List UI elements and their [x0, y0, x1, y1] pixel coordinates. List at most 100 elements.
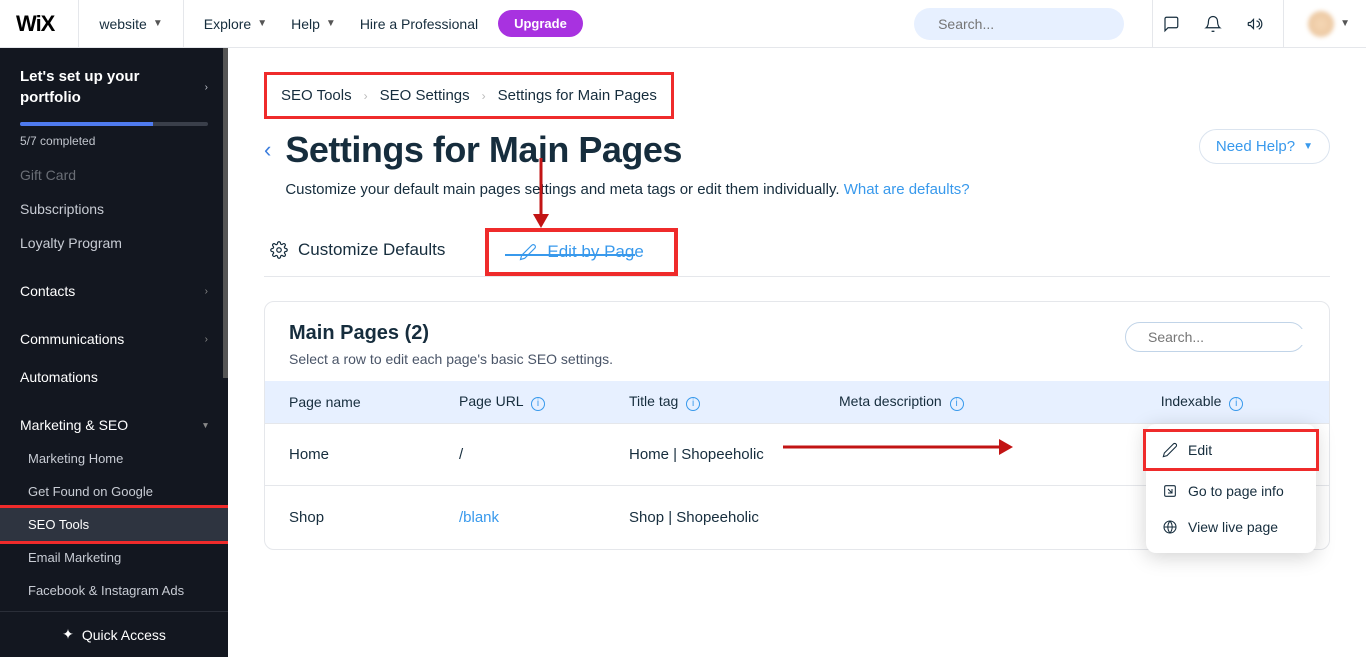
divider: [183, 0, 184, 48]
sidebar-item-seo-tools[interactable]: SEO Tools: [0, 508, 228, 541]
col-title-tag: Title tag i: [605, 381, 815, 423]
link-label: Help: [291, 16, 320, 32]
setup-title: Let's set up your portfolio: [20, 66, 139, 108]
help-link[interactable]: Help ▼: [279, 8, 348, 40]
card-title: Main Pages (2): [289, 322, 613, 345]
chevron-right-icon: ›: [205, 334, 208, 345]
avatar: [1308, 11, 1334, 37]
site-selector-label: website: [99, 16, 146, 32]
sidebar-item-giftcard[interactable]: Gift Card: [0, 158, 228, 192]
hire-link[interactable]: Hire a Professional: [348, 8, 490, 40]
row-context-menu: Edit Go to page info View live page: [1146, 424, 1316, 553]
tab-edit-by-page[interactable]: Edit by Page: [519, 242, 643, 262]
sidebar-section-communications[interactable]: Communications ›: [0, 322, 228, 356]
sidebar-item-fbig-ads[interactable]: Facebook & Instagram Ads: [0, 574, 228, 607]
chevron-down-icon: ▼: [1340, 18, 1350, 29]
setup-card[interactable]: Let's set up your portfolio ›: [0, 48, 228, 122]
ctx-view-live[interactable]: View live page: [1146, 509, 1316, 545]
top-icons: [1161, 14, 1265, 34]
crumb-seo-settings[interactable]: SEO Settings: [380, 87, 470, 104]
sidebar-section-contacts[interactable]: Contacts ›: [0, 274, 228, 308]
external-icon: [1162, 483, 1178, 499]
crumb-current: Settings for Main Pages: [498, 87, 657, 104]
bell-icon[interactable]: [1203, 14, 1223, 34]
megaphone-icon[interactable]: [1245, 14, 1265, 34]
chevron-right-icon: ›: [205, 286, 208, 297]
back-button[interactable]: ‹: [264, 129, 271, 163]
sidebar-section-automations[interactable]: Automations: [0, 360, 228, 394]
globe-icon: [1162, 519, 1178, 535]
chevron-down-icon: ▼: [1303, 141, 1313, 152]
page-url-link[interactable]: /blank: [459, 509, 499, 526]
sidebar-item-email-marketing[interactable]: Email Marketing: [0, 541, 228, 574]
col-indexable: Indexable i: [1075, 381, 1329, 423]
sidebar-section-marketing[interactable]: Marketing & SEO ▴: [0, 408, 228, 442]
cell-title-tag: Shop | Shopeeholic: [605, 485, 815, 549]
progress-wrap: 5/7 completed: [0, 122, 228, 158]
col-page-url: Page URL i: [435, 381, 605, 423]
annotation-highlight: Edit: [1143, 429, 1319, 471]
need-help-button[interactable]: Need Help? ▼: [1199, 129, 1330, 164]
progress-label: 5/7 completed: [20, 134, 208, 148]
cell-meta: [815, 485, 1075, 549]
ctx-page-info[interactable]: Go to page info: [1146, 473, 1316, 509]
cell-page-url: /: [435, 423, 605, 485]
page-title: Settings for Main Pages: [285, 129, 969, 171]
sidebar-item-marketing-home[interactable]: Marketing Home: [0, 442, 228, 475]
explore-link[interactable]: Explore ▼: [192, 8, 279, 40]
quick-access-button[interactable]: ✦ Quick Access: [0, 611, 228, 657]
chevron-down-icon: ▼: [326, 18, 336, 29]
cell-page-name: Home: [265, 423, 435, 485]
sidebar-item-get-found[interactable]: Get Found on Google: [0, 475, 228, 508]
site-selector[interactable]: website ▼: [87, 8, 174, 40]
card-search-input[interactable]: [1148, 329, 1329, 345]
page-subtitle: Customize your default main pages settin…: [285, 181, 969, 198]
divider: [1283, 0, 1284, 48]
top-search-input[interactable]: [938, 16, 1119, 32]
upgrade-button[interactable]: Upgrade: [498, 10, 583, 37]
cell-page-url: /blank: [435, 485, 605, 549]
pencil-icon: [519, 243, 537, 261]
gear-icon: [270, 241, 288, 259]
pencil-icon: [1162, 442, 1178, 458]
info-icon[interactable]: i: [1229, 397, 1243, 411]
crumb-seo-tools[interactable]: SEO Tools: [281, 87, 352, 104]
tabs: Customize Defaults Edit by Page: [264, 226, 1330, 277]
chevron-right-icon: ›: [205, 82, 208, 93]
defaults-link[interactable]: What are defaults?: [844, 181, 970, 198]
chevron-down-icon: ▼: [257, 18, 267, 29]
cell-meta: [815, 423, 1075, 485]
chevron-right-icon: ›: [364, 89, 368, 103]
tab-customize-defaults[interactable]: Customize Defaults: [264, 226, 451, 276]
profile-menu[interactable]: ▼: [1292, 11, 1350, 37]
annotation-highlight: Edit by Page: [485, 228, 677, 276]
main-content: SEO Tools › SEO Settings › Settings for …: [228, 48, 1366, 657]
chevron-up-icon: ▴: [203, 420, 208, 431]
col-page-name: Page name: [265, 381, 435, 423]
tab-underline: [505, 254, 635, 256]
chevron-right-icon: ›: [482, 89, 486, 103]
top-search[interactable]: [914, 8, 1124, 40]
info-icon[interactable]: i: [531, 397, 545, 411]
sidebar-item-subscriptions[interactable]: Subscriptions: [0, 192, 228, 226]
sidebar-item-loyalty[interactable]: Loyalty Program: [0, 226, 228, 260]
breadcrumb: SEO Tools › SEO Settings › Settings for …: [264, 72, 674, 119]
card-subtitle: Select a row to edit each page's basic S…: [289, 351, 613, 367]
divider: [78, 0, 79, 48]
info-icon[interactable]: i: [950, 397, 964, 411]
link-label: Explore: [204, 16, 251, 32]
sidebar: Let's set up your portfolio › 5/7 comple…: [0, 48, 228, 657]
col-meta-desc: Meta description i: [815, 381, 1075, 423]
card-search[interactable]: [1125, 322, 1305, 352]
cell-page-name: Shop: [265, 485, 435, 549]
wix-logo[interactable]: WiX: [16, 11, 54, 37]
progress-bar: [20, 122, 208, 126]
ctx-edit[interactable]: Edit: [1146, 432, 1316, 468]
topbar: WiX website ▼ Explore ▼ Help ▼ Hire a Pr…: [0, 0, 1366, 48]
cell-title-tag: Home | Shopeeholic: [605, 423, 815, 485]
chevron-down-icon: ▼: [153, 18, 163, 29]
sparkle-icon: ✦: [62, 626, 74, 643]
divider: [1152, 0, 1153, 48]
info-icon[interactable]: i: [686, 397, 700, 411]
chat-icon[interactable]: [1161, 14, 1181, 34]
